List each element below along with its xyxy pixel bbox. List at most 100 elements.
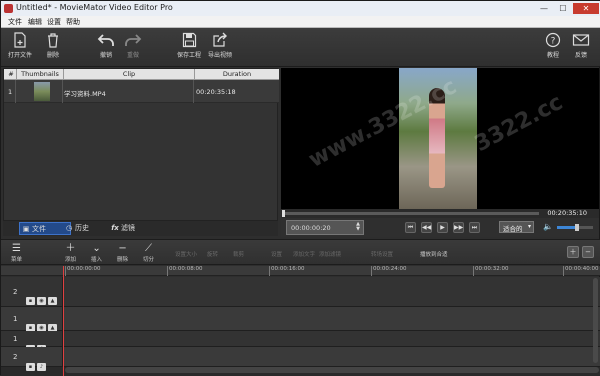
export-video-button[interactable]: 导出视频 [206,32,234,64]
clip-duration: 00:20:35:18 [196,88,236,96]
tutorial-button[interactable]: ? 教程 [539,32,567,64]
fx-icon: fx [111,224,119,232]
visibility-icon[interactable]: ◉ [37,297,46,305]
maximize-button[interactable]: ☐ [554,3,572,14]
rotate-button[interactable]: 旋转 [207,250,218,258]
skip-start-button[interactable]: ⏮ [405,222,416,233]
zoom-out-button[interactable]: − [582,246,594,258]
track-header: 2 ▪ ◉ ▲ [1,277,63,306]
col-index[interactable]: # [7,70,15,78]
plus-icon: ＋ [65,243,76,254]
scrubber-handle[interactable] [282,210,285,217]
app-logo-icon [4,4,13,13]
menu-help[interactable]: 帮助 [66,17,80,27]
save-project-button[interactable]: 保存工程 [175,32,203,64]
zoom-in-button[interactable]: ＋ [567,246,579,258]
video-subject [429,88,445,188]
split-button[interactable]: ⟋ 切分 [143,243,154,263]
track-row[interactable]: 2 ▪ ◉ ▲ [1,277,600,307]
volume-handle[interactable] [574,224,579,231]
timeline-ruler[interactable]: 00:00:00:00 00:00:08:00 00:00:16:00 00:0… [63,266,600,276]
audio-icon[interactable]: ♪ [37,363,46,371]
image-icon[interactable]: ▲ [48,297,57,305]
tab-filters[interactable]: fx 滤镜 [109,222,161,235]
video-preview[interactable] [281,68,599,209]
rewind-icon: ◀◀ [422,224,432,231]
lock-icon[interactable]: ▪ [26,363,35,371]
mail-icon [572,34,590,46]
lock-icon[interactable]: ▪ [26,297,35,305]
redo-button[interactable]: 重做 [119,32,147,64]
clip-index: 1 [8,88,13,96]
insert-button[interactable]: ⌄ 插入 [91,243,102,263]
fast-forward-icon: ▶▶ [454,224,464,231]
play-icon: ▶ [440,224,445,231]
timecode-input[interactable]: 00:00:00:20 ▲ ▼ [286,220,364,235]
remove-button[interactable]: − 删除 [117,243,128,263]
chevron-down-icon: ⌄ [92,243,101,254]
transition-settings-button[interactable]: 转场设置 [371,250,393,258]
ruler-tick: 00:00:16:00 [269,266,305,276]
trash-icon [48,33,58,48]
vertical-scrollbar[interactable] [593,278,598,363]
minus-icon: − [118,243,127,254]
ruler-tick: 00:00:00:00 [65,266,101,276]
undo-button[interactable]: 撤销 [92,32,120,64]
delete-button[interactable]: 删除 [39,32,67,64]
resize-button[interactable]: 设置大小 [175,250,197,258]
save-icon [182,32,196,48]
clip-thumbnail [34,82,50,101]
track-row[interactable]: 1 ▪ ◉ ▲ [1,307,600,332]
app-window: Untitled* - MovieMator Video Editor Pro … [0,0,600,376]
track-number: 2 [13,288,18,296]
menu-settings[interactable]: 设置 [47,17,61,27]
zoom-fit-select[interactable]: 适合的 ▾ [499,221,534,233]
clip-settings-button[interactable]: 设置 [271,250,282,258]
playhead[interactable] [63,266,64,376]
timecode-spinner[interactable]: ▲ ▼ [354,222,362,233]
file-icon: ▣ [22,225,30,233]
zoom-out-icon: − [585,248,591,256]
crop-button[interactable]: 裁剪 [233,250,244,258]
tab-history[interactable]: ◷ 历史 [63,222,115,235]
play-button[interactable]: ▶ [437,222,448,233]
skip-end-icon: ⏭ [471,224,478,231]
menu-edit[interactable]: 编辑 [28,17,42,27]
track-number: 1 [13,315,18,323]
timeline-menu-button[interactable]: ☰ 菜单 [11,243,22,263]
timeline-tracks: 2 ▪◉▲ 1 ▪◉▲ 1 ▪♪ 2 ▪♪ [1,277,600,376]
menu-file[interactable]: 文件 [8,17,22,27]
total-duration: 00:20:35:10 [547,209,587,217]
skip-end-button[interactable]: ⏭ [469,222,480,233]
undo-icon [97,34,114,46]
rewind-button[interactable]: ◀◀ [421,222,432,233]
volume-slider[interactable] [557,224,593,231]
add-button[interactable]: ＋添加 [65,243,76,263]
fast-forward-button[interactable]: ▶▶ [453,222,464,233]
track-number: 1 [13,335,18,343]
add-text-button[interactable]: 添加文字 [293,250,315,258]
minimize-button[interactable]: — [535,3,553,14]
main-toolbar: 打开文件 删除 撤销 重做 保存工程 导出视频 ? 教程 反馈 [1,28,600,67]
skip-start-icon: ⏮ [407,224,414,231]
open-file-button[interactable]: 打开文件 [6,32,34,64]
menu-icon: ☰ [12,243,21,254]
ruler-tick: 00:00:08:00 [167,266,203,276]
snap-button[interactable]: 播放到合适 [420,250,448,258]
track-row[interactable]: 1 ▪♪ [1,331,600,353]
col-clip[interactable]: Clip [64,70,194,78]
playback-controls: 00:00:00:20 ▲ ▼ ⏮ ◀◀ ▶ ▶▶ ⏭ 适合的 ▾ 🔈 [281,218,599,237]
history-icon: ◷ [65,224,73,232]
preview-scrubber[interactable]: 00:20:35:10 [281,209,599,218]
feedback-button[interactable]: 反馈 [567,32,595,64]
chevron-down-icon: ▾ [527,223,531,230]
add-filter-button[interactable]: 添加滤镜 [319,250,341,258]
volume-icon[interactable]: 🔈 [543,222,553,231]
col-duration[interactable]: Duration [195,70,279,78]
clip-row[interactable]: 1 学习资料.MP4 00:20:35:18 [4,80,279,103]
close-button[interactable]: ✕ [573,3,599,14]
track-row[interactable]: 2 ▪ ♪ [1,347,600,371]
horizontal-scrollbar[interactable] [65,367,599,373]
track-header: 2 ▪ ♪ [1,347,63,371]
col-thumbnails[interactable]: Thumbnails [17,70,63,78]
